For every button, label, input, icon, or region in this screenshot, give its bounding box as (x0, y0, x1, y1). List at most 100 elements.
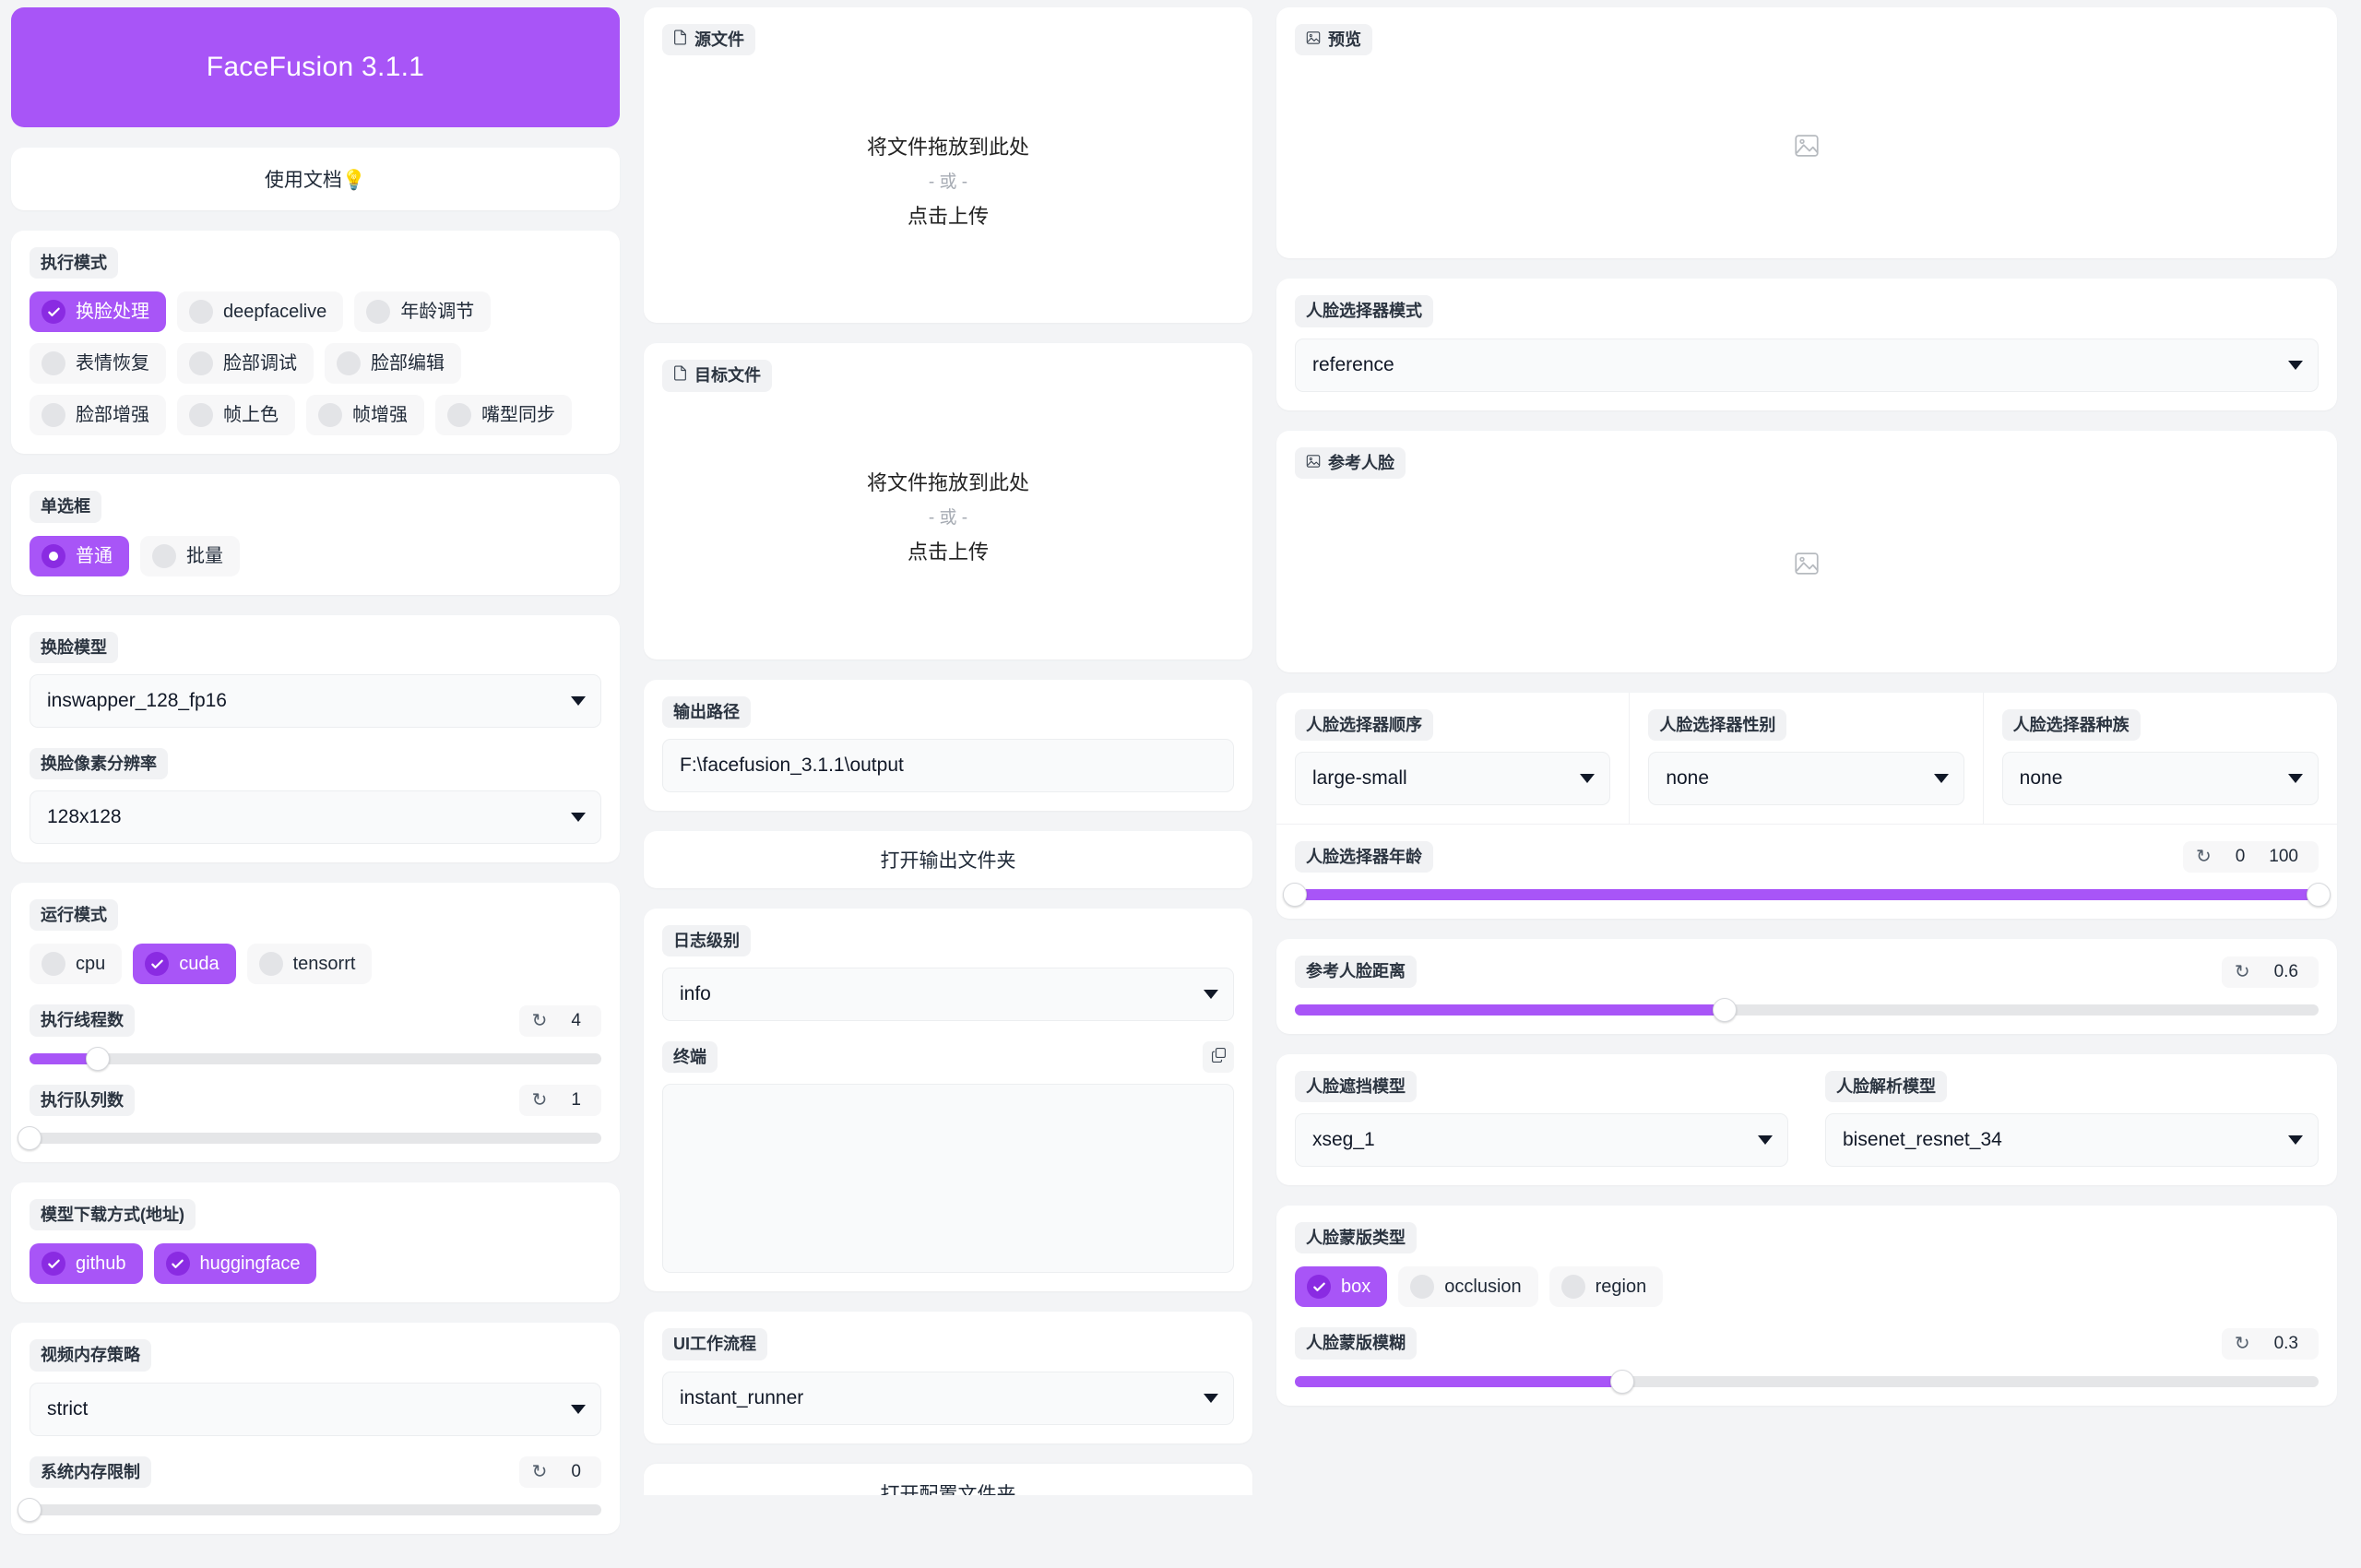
image-placeholder-icon (1793, 132, 1821, 164)
thread-count-value-box: ↻ 4 (518, 1004, 601, 1037)
chevron-down-icon (571, 813, 586, 823)
face-parser-model-dropdown[interactable]: bisenet_resnet_34 (1825, 1113, 2319, 1168)
face-mask-type-option-occlusion[interactable]: occlusion (1398, 1266, 1538, 1308)
face-selector-gender-value: none (1666, 767, 1710, 790)
option-label: 年龄调节 (400, 302, 475, 323)
swap-resolution-dropdown[interactable]: 128x128 (30, 790, 601, 845)
option-label: huggingface (199, 1253, 301, 1275)
download-provider-option-github[interactable]: github (30, 1243, 143, 1285)
face-selector-age-value-box: ↻ 0 100 (2182, 841, 2319, 873)
reset-icon[interactable]: ↻ (532, 1463, 548, 1481)
terminal-output[interactable] (662, 1084, 1234, 1274)
slider-knob[interactable] (86, 1046, 111, 1071)
face-selector-race-value: none (2019, 767, 2063, 790)
face-selector-order-value: large-small (1312, 767, 1407, 790)
bottom-action-button[interactable]: 打开配置文件夹 (644, 1463, 1252, 1495)
log-level-dropdown[interactable]: info (662, 968, 1234, 1022)
source-file-dropzone[interactable]: 将文件拖放到此处 - 或 - 点击上传 (662, 55, 1234, 304)
ui-workflow-dropdown[interactable]: instant_runner (662, 1371, 1234, 1425)
reset-icon[interactable]: ↻ (2196, 848, 2212, 866)
execution-mode-option-deepfacelive[interactable]: deepfacelive (177, 291, 344, 333)
log-level-label: 日志级别 (662, 924, 751, 957)
execution-mode-option-age-modifier[interactable]: 年龄调节 (354, 291, 492, 333)
face-selector-age-range-slider[interactable] (1283, 883, 2331, 908)
face-selector-gender-dropdown[interactable]: none (1648, 752, 1964, 806)
run-mode-option-cpu[interactable]: cpu (30, 944, 123, 985)
download-provider-option-huggingface[interactable]: huggingface (153, 1243, 317, 1285)
execution-mode-option-expression-restorer[interactable]: 表情恢复 (30, 343, 166, 385)
face-mask-types-label: 人脸蒙版类型 (1295, 1222, 1417, 1254)
slider-knob[interactable] (18, 1126, 42, 1151)
face-selector-order-label: 人脸选择器顺序 (1295, 708, 1433, 742)
chevron-down-icon (1758, 1135, 1773, 1146)
output-path-input[interactable]: F:\facefusion_3.1.1\output (662, 738, 1234, 792)
slider-knob[interactable] (18, 1497, 42, 1522)
face-selector-mode-dropdown[interactable]: reference (1295, 338, 2319, 392)
run-mode-option-cuda[interactable]: cuda (133, 944, 236, 985)
reset-icon[interactable]: ↻ (2235, 963, 2250, 981)
unchecked-icon (189, 300, 213, 325)
chevron-down-icon (1933, 774, 1949, 784)
face-mask-type-option-box[interactable]: box (1295, 1266, 1388, 1308)
slider-knob[interactable] (1713, 997, 1738, 1022)
reference-face-distance-slider[interactable] (1295, 997, 2319, 1022)
option-label: 脸部编辑 (371, 353, 445, 374)
video-memory-strategy-dropdown[interactable]: strict (30, 1382, 601, 1436)
face-selector-order-dropdown[interactable]: large-small (1295, 752, 1611, 806)
dropzone-click-text[interactable]: 点击上传 (908, 200, 989, 230)
dropzone-drop-text: 将文件拖放到此处 (866, 471, 1029, 495)
execution-mode-option-face-debugger[interactable]: 脸部调试 (177, 343, 314, 385)
reset-icon[interactable]: ↻ (532, 1091, 548, 1110)
system-memory-limit-label: 系统内存限制 (30, 1455, 151, 1488)
preview-image-area[interactable] (1295, 55, 2319, 240)
execution-mode-option-frame-enhancer[interactable]: 帧增强 (306, 395, 424, 436)
dropzone-or-text: - 或 - (928, 508, 968, 529)
slider-knob[interactable] (1610, 1369, 1635, 1394)
option-label: region (1595, 1277, 1647, 1298)
system-memory-limit-slider[interactable] (18, 1497, 601, 1522)
slider-knob-min[interactable] (1283, 883, 1307, 908)
option-label: github (76, 1253, 126, 1275)
reference-face-image-area[interactable] (1295, 479, 2319, 654)
face-mask-blur-slider[interactable] (1295, 1369, 2319, 1394)
execution-mode-card: 执行模式 换脸处理 deepfacelive 年龄调节 表情恢复 脸部调试 脸部… (11, 231, 620, 455)
face-selector-mode-card: 人脸选择器模式 reference (1276, 279, 2337, 410)
target-file-card: 目标文件 将文件拖放到此处 - 或 - 点击上传 (644, 343, 1252, 659)
dropzone-click-text[interactable]: 点击上传 (908, 536, 989, 565)
video-memory-strategy-label: 视频内存策略 (30, 1339, 151, 1372)
thread-count-slider[interactable] (30, 1046, 601, 1071)
execution-mode-option-face-swap[interactable]: 换脸处理 (30, 291, 166, 333)
radio-option-normal[interactable]: 普通 (30, 535, 129, 576)
dropzone-drop-text: 将文件拖放到此处 (866, 135, 1029, 159)
radio-group-options: 普通 批量 (30, 535, 601, 576)
documentation-link[interactable]: 使用文档💡 (265, 165, 366, 193)
face-selector-age-max: 100 (2269, 847, 2298, 867)
queue-count-slider[interactable] (18, 1126, 601, 1151)
unchecked-icon (189, 403, 213, 428)
run-mode-option-tensorrt[interactable]: tensorrt (246, 944, 373, 985)
reset-icon[interactable]: ↻ (532, 1012, 548, 1030)
option-label: 帧增强 (352, 405, 408, 426)
dropzone-or-text: - 或 - (928, 172, 968, 192)
log-terminal-card: 日志级别 info 终端 (644, 908, 1252, 1292)
slider-knob-max[interactable] (2307, 883, 2331, 908)
face-selector-race-dropdown[interactable]: none (2001, 752, 2319, 806)
reset-icon[interactable]: ↻ (2235, 1335, 2250, 1353)
target-file-dropzone[interactable]: 将文件拖放到此处 - 或 - 点击上传 (662, 392, 1234, 641)
execution-mode-option-face-enhancer[interactable]: 脸部增强 (30, 395, 166, 436)
reference-face-distance-value: 0.6 (2273, 961, 2298, 981)
chevron-down-icon (2288, 774, 2303, 784)
face-mask-blur-label: 人脸蒙版模糊 (1295, 1327, 1417, 1360)
face-occluder-model-label: 人脸遮挡模型 (1295, 1070, 1417, 1103)
chevron-down-icon (571, 1404, 586, 1414)
open-output-folder-button[interactable]: 打开输出文件夹 (644, 830, 1252, 888)
swap-model-dropdown[interactable]: inswapper_128_fp16 (30, 673, 601, 728)
face-occluder-model-dropdown[interactable]: xseg_1 (1295, 1113, 1788, 1168)
radio-option-batch[interactable]: 批量 (140, 535, 240, 576)
execution-mode-option-frame-colorizer[interactable]: 帧上色 (177, 395, 295, 436)
copy-button[interactable] (1203, 1041, 1234, 1074)
face-selector-gender-group: 人脸选择器性别 none (1630, 692, 1984, 825)
execution-mode-option-lip-syncer[interactable]: 嘴型同步 (435, 395, 572, 436)
face-mask-type-option-region[interactable]: region (1548, 1266, 1664, 1308)
execution-mode-option-face-editor[interactable]: 脸部编辑 (325, 343, 461, 385)
